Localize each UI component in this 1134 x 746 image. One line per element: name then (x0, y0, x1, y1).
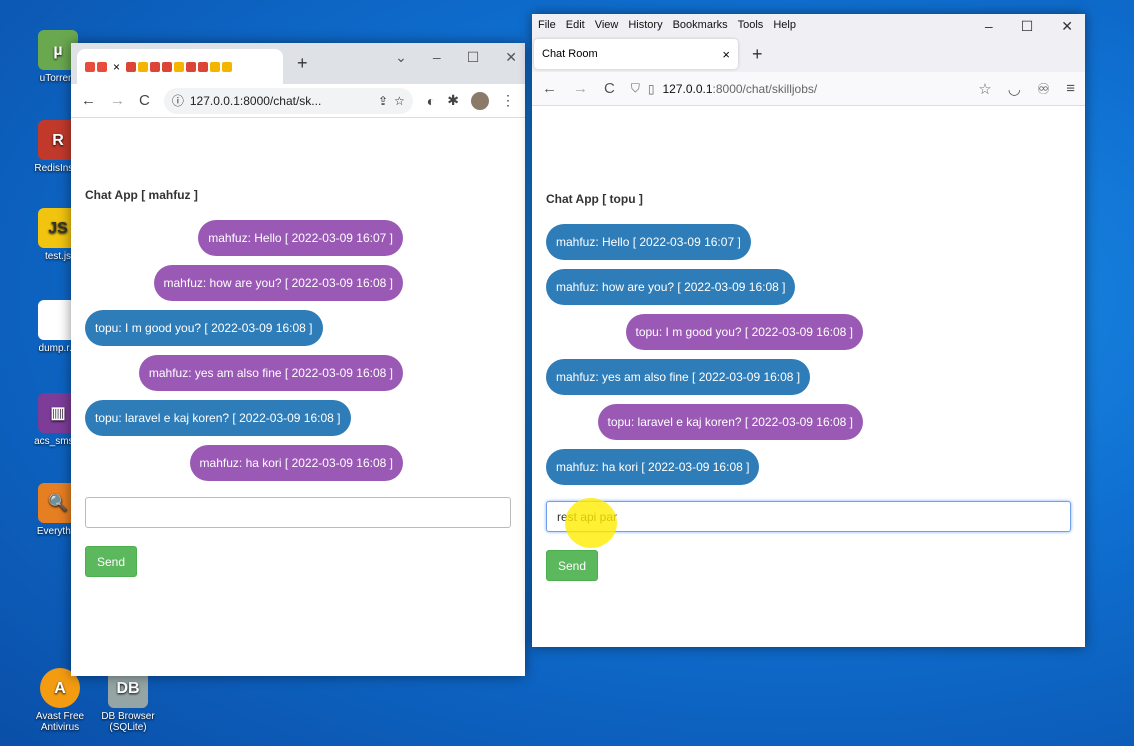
forward-icon[interactable]: → (573, 80, 588, 97)
back-icon[interactable]: ← (542, 80, 557, 97)
desktop-icon-dbbrowser[interactable]: DB DB Browser (SQLite) (96, 668, 160, 733)
profile-avatar[interactable] (471, 91, 489, 110)
message-bubble: topu: I m good you? [ 2022-03-09 16:08 ] (625, 314, 863, 350)
back-icon[interactable]: ← (81, 92, 96, 109)
address-bar[interactable]: ⛉ ▯ 127.0.0.1:8000/chat/skilljobs/ ☆ (631, 75, 992, 103)
bookmark-star-icon[interactable]: ☆ (394, 94, 405, 108)
message-input[interactable] (85, 497, 511, 528)
tab-favicons (85, 61, 107, 72)
extensions-area: ◐ ✱ ⋮ (427, 91, 515, 110)
message-input[interactable] (546, 501, 1071, 532)
menu-edit[interactable]: Edit (566, 19, 585, 31)
chrome-toolbar: ← → C ⓘ 127.0.0.1:8000/chat/sk... ⇪ ☆ ◐ … (71, 84, 525, 118)
minimize-icon[interactable]: – (985, 18, 993, 35)
firefox-toolbar: ← → C ⛉ ▯ 127.0.0.1:8000/chat/skilljobs/… (532, 72, 1085, 106)
message-bubble: mahfuz: Hello [ 2022-03-09 16:07 ] (198, 220, 403, 256)
pocket-icon[interactable]: ◡ (1008, 80, 1021, 98)
message-bubble: topu: I m good you? [ 2022-03-09 16:08 ] (85, 310, 323, 346)
desktop-icon-label: DB Browser (SQLite) (101, 711, 155, 733)
drive-favicon-icon (138, 61, 149, 72)
reload-icon[interactable]: C (604, 80, 615, 97)
message-bubble: mahfuz: yes am also fine [ 2022-03-09 16… (138, 355, 403, 391)
message-bubble: mahfuz: Hello [ 2022-03-09 16:07 ] (546, 224, 751, 260)
drive-favicon-icon (174, 61, 185, 72)
firefox-menubar: File Edit View History Bookmarks Tools H… (532, 14, 1085, 36)
message-bubble: mahfuz: yes am also fine [ 2022-03-09 16… (546, 359, 811, 395)
url-text: 127.0.0.1:8000/chat/skilljobs/ (662, 81, 818, 96)
reload-icon[interactable]: C (139, 92, 150, 109)
menu-file[interactable]: File (538, 19, 556, 31)
tab-close-icon[interactable]: × (722, 47, 730, 62)
url-text: 127.0.0.1:8000/chat/sk... (189, 93, 322, 108)
message-bubble: mahfuz: how are you? [ 2022-03-09 16:08 … (546, 269, 796, 305)
extension-icon[interactable]: ♾ (1037, 80, 1050, 98)
maximize-icon[interactable]: ☐ (1021, 18, 1034, 35)
new-tab-button[interactable]: + (752, 44, 763, 65)
close-icon[interactable]: ✕ (1061, 18, 1073, 35)
message-list: mahfuz: Hello [ 2022-03-09 16:07 ] mahfu… (546, 224, 1071, 485)
drive-favicon-icon (210, 61, 221, 72)
chat-panel: Chat App [ mahfuz ] mahfuz: Hello [ 2022… (71, 188, 525, 577)
message-bubble: topu: laravel e kaj koren? [ 2022-03-09 … (597, 404, 863, 440)
gmail-favicon-icon (162, 61, 173, 72)
info-icon[interactable]: ⓘ (172, 92, 184, 109)
gmail-favicon-icon (186, 61, 197, 72)
firefox-window: File Edit View History Bookmarks Tools H… (532, 14, 1085, 647)
favicon-icon (97, 61, 107, 72)
firefox-tab-strip: Chat Room × + (532, 36, 1085, 72)
menu-help[interactable]: Help (773, 19, 796, 31)
gmail-favicon-icon (126, 61, 137, 72)
address-bar[interactable]: ⓘ 127.0.0.1:8000/chat/sk... ⇪ ☆ (163, 87, 413, 114)
desktop-icon-label: Avast Free Antivirus (35, 711, 85, 733)
shield-icon[interactable]: ⛉ (631, 81, 640, 96)
extension-icon[interactable]: ◐ (427, 93, 435, 109)
gmail-favicon-icon (150, 61, 161, 72)
message-bubble: mahfuz: ha kori [ 2022-03-09 16:08 ] (546, 449, 760, 485)
menu-view[interactable]: View (595, 19, 619, 31)
forward-icon[interactable]: → (110, 92, 125, 109)
message-bubble: mahfuz: how are you? [ 2022-03-09 16:08 … (153, 265, 403, 301)
window-controls: – ☐ ✕ (985, 18, 1073, 35)
menu-bookmarks[interactable]: Bookmarks (673, 19, 728, 31)
gmail-favicon-icon (198, 61, 209, 72)
send-button[interactable]: Send (85, 546, 138, 577)
chat-panel: Chat App [ topu ] mahfuz: Hello [ 2022-0… (532, 192, 1085, 581)
chrome-tab-strip: × + ⌄ – ☐ ✕ (71, 43, 525, 84)
page-icon: ▯ (647, 81, 655, 96)
share-icon[interactable]: ⇪ (378, 94, 388, 108)
bookmark-star-icon[interactable]: ☆ (978, 80, 991, 98)
tab-search-icon[interactable]: ⌄ (395, 49, 407, 66)
menu-history[interactable]: History (628, 19, 662, 31)
pinned-tabs-favicons (126, 61, 233, 72)
hamburger-menu-icon[interactable]: ≡ (1066, 80, 1075, 97)
chat-title: Chat App [ mahfuz ] (85, 188, 198, 202)
desktop-icon-avast[interactable]: A Avast Free Antivirus (28, 668, 92, 733)
close-icon[interactable]: ✕ (505, 49, 517, 66)
puzzle-icon[interactable]: ✱ (447, 92, 459, 109)
menu-kebab-icon[interactable]: ⋮ (501, 92, 515, 109)
send-button[interactable]: Send (546, 550, 599, 581)
new-tab-button[interactable]: + (297, 53, 308, 74)
chrome-window: × + ⌄ – ☐ ✕ ← → C ⓘ 127.0.0.1:8000/chat/… (71, 43, 525, 676)
message-list: mahfuz: Hello [ 2022-03-09 16:07 ] mahfu… (85, 220, 511, 481)
message-bubble: mahfuz: ha kori [ 2022-03-09 16:08 ] (189, 445, 403, 481)
message-bubble: topu: laravel e kaj koren? [ 2022-03-09 … (85, 400, 351, 436)
tab-title: Chat Room (542, 48, 598, 60)
chrome-tab-group[interactable]: × (77, 49, 283, 84)
tab-chat-room[interactable]: Chat Room × (534, 39, 738, 69)
minimize-icon[interactable]: – (433, 49, 441, 66)
chat-title: Chat App [ topu ] (546, 192, 643, 206)
menu-tools[interactable]: Tools (738, 19, 764, 31)
favicon-icon (85, 61, 95, 72)
window-controls: ⌄ – ☐ ✕ (395, 49, 517, 66)
tab-close-icon[interactable]: × (113, 60, 120, 74)
maximize-icon[interactable]: ☐ (467, 49, 480, 66)
drive-favicon-icon (222, 61, 233, 72)
